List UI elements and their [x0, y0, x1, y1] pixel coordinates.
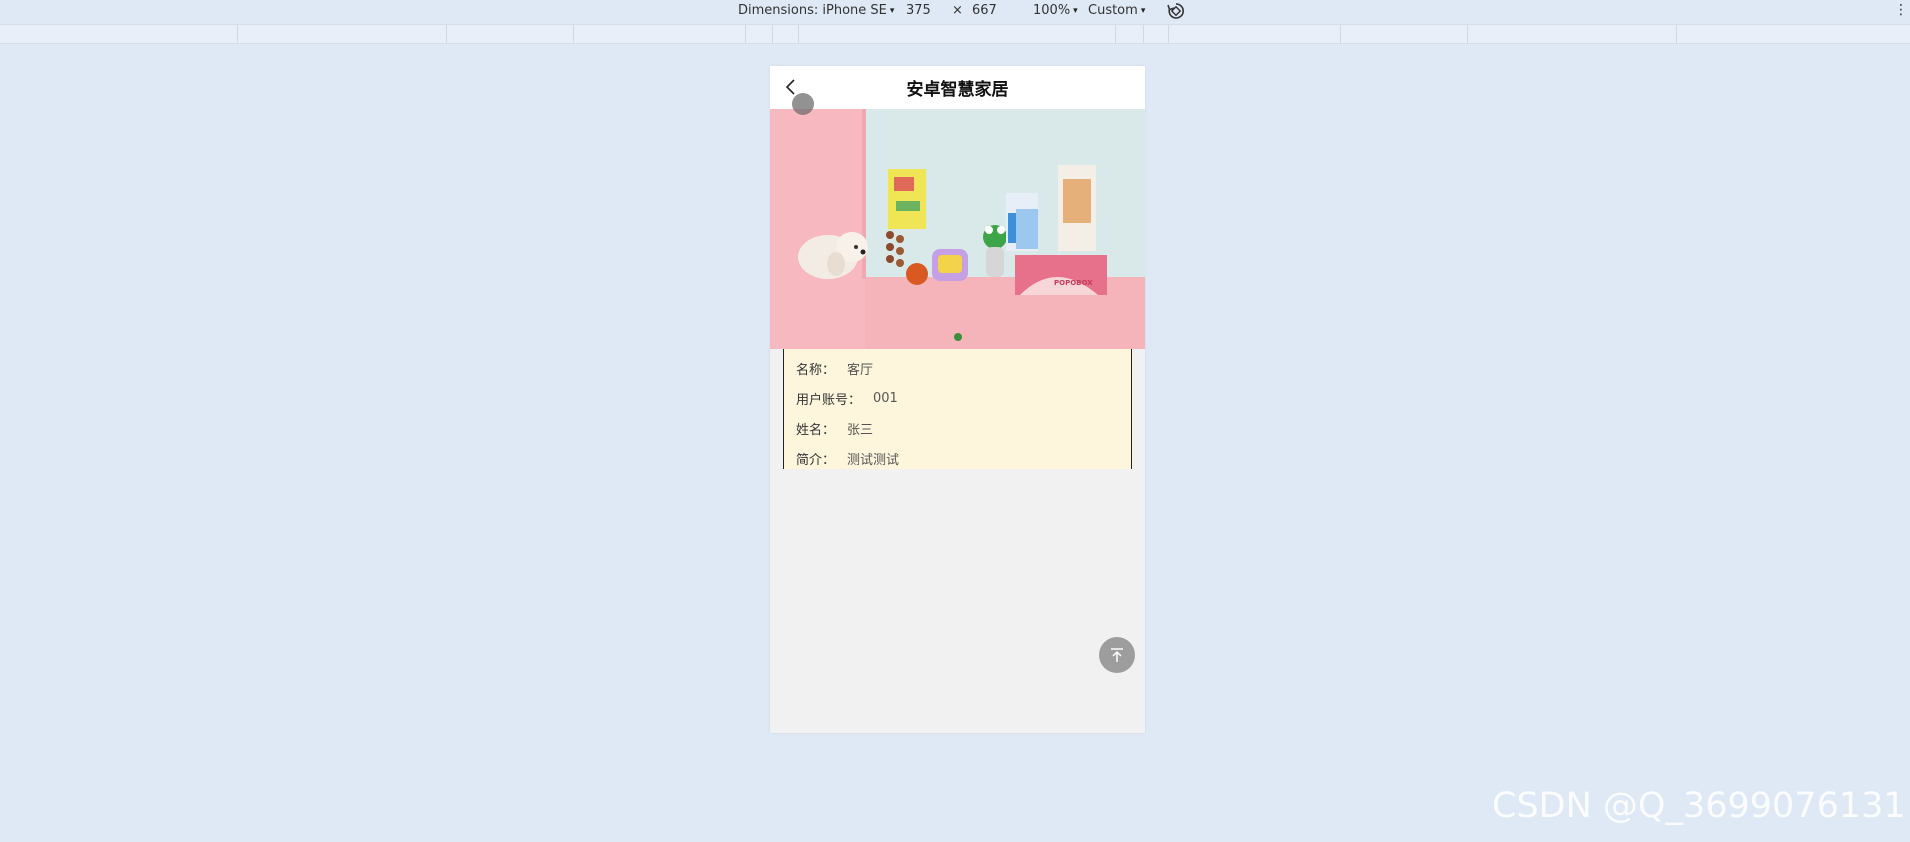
banner-carousel[interactable]: POPOBOX [770, 109, 1145, 349]
info-value: 001 [873, 390, 898, 406]
info-value: 客厅 [847, 362, 874, 378]
info-card: 名称： 客厅 用户账号： 001 姓名： 张三 简介： 测试测试 [783, 349, 1132, 469]
banner-image: POPOBOX [770, 109, 1145, 349]
width-input[interactable]: 375 [906, 3, 931, 18]
info-row-username: 姓名： 张三 [796, 413, 1131, 443]
caret-down-icon: ▾ [1073, 5, 1078, 16]
ruler-tick [237, 25, 238, 43]
info-label: 名称： [796, 362, 836, 378]
devtools-device-toolbar: Dimensions: iPhone SE ▾ 375 × 667 100% ▾… [0, 0, 1910, 24]
page-title: 安卓智慧家居 [906, 80, 1009, 100]
ruler-tick [1168, 25, 1169, 43]
back-to-top-button[interactable] [1099, 637, 1135, 673]
device-viewport: 安卓智慧家居 POPOBOX 名称： 客厅 用户账号： 001 姓名： 张三 简… [770, 66, 1145, 733]
caret-down-icon: ▾ [889, 5, 895, 16]
popobox-label: POPOBOX [1054, 279, 1093, 287]
ruler-tick [1143, 25, 1144, 43]
ruler-tick [745, 25, 746, 43]
info-label: 简介： [796, 452, 836, 468]
info-label: 姓名： [796, 422, 836, 438]
carousel-dot-active[interactable] [954, 333, 962, 341]
ruler-tick [1467, 25, 1468, 43]
ruler-tick [772, 25, 773, 43]
arrow-up-to-line-icon [1111, 648, 1123, 662]
caret-down-icon: ▾ [1140, 5, 1146, 16]
ruler-tick [446, 25, 447, 43]
info-row-account: 用户账号： 001 [796, 383, 1131, 413]
info-value: 张三 [847, 422, 874, 438]
watermark: CSDN @Q_3699076131 [1492, 786, 1906, 826]
ruler-tick [1115, 25, 1116, 43]
throttle-select[interactable]: Custom ▾ [1088, 3, 1145, 18]
device-select-label: Dimensions: iPhone SE [738, 3, 887, 18]
throttle-label: Custom [1088, 3, 1138, 18]
more-options-icon[interactable]: ⋮ [1894, 2, 1908, 18]
ruler-tick [798, 25, 799, 43]
ruler-tick [573, 25, 574, 43]
dimension-separator: × [952, 3, 963, 18]
info-label: 用户账号： [796, 392, 862, 408]
ruler-tick [1340, 25, 1341, 43]
zoom-select[interactable]: 100% ▾ [1033, 3, 1078, 18]
info-value: 测试测试 [847, 452, 900, 468]
touch-cursor [792, 93, 814, 115]
device-select[interactable]: Dimensions: iPhone SE ▾ [738, 3, 894, 18]
media-query-ruler [0, 24, 1910, 44]
height-input[interactable]: 667 [972, 3, 997, 18]
ruler-tick [1676, 25, 1677, 43]
app-header: 安卓智慧家居 [770, 66, 1145, 109]
info-row-intro: 简介： 测试测试 [796, 443, 1131, 473]
info-row-name: 名称： 客厅 [796, 353, 1131, 383]
zoom-label: 100% [1033, 3, 1071, 18]
rotate-icon[interactable] [1166, 1, 1186, 21]
